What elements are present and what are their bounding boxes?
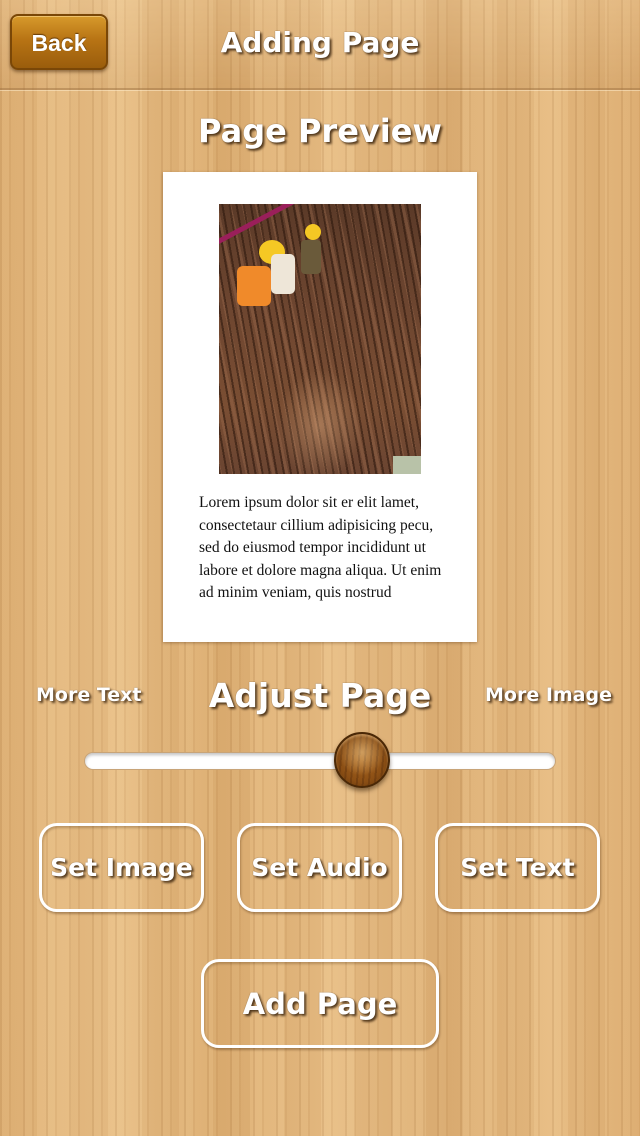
preview-body-text: Lorem ipsum dolor sit er elit lamet, con…	[199, 494, 442, 601]
preview-photo	[219, 204, 421, 474]
set-text-button[interactable]: Set Text	[435, 823, 600, 912]
page-preview-card: Lorem ipsum dolor sit er elit lamet, con…	[163, 172, 477, 642]
photo-figure	[301, 240, 321, 274]
set-image-button[interactable]: Set Image	[39, 823, 204, 912]
page-preview-heading: Page Preview	[198, 112, 442, 150]
adjust-slider-track[interactable]	[84, 752, 556, 770]
photo-detail	[393, 456, 421, 474]
set-image-label: Set Image	[50, 853, 193, 882]
add-page-button[interactable]: Add Page	[201, 959, 439, 1048]
photo-figure	[271, 254, 295, 294]
page-title: Adding Page	[220, 26, 420, 59]
add-page-label: Add Page	[242, 986, 398, 1021]
set-audio-label: Set Audio	[251, 853, 388, 882]
photo-rope	[219, 204, 343, 249]
photo-figure-head	[305, 224, 321, 240]
adjust-slider-knob[interactable]	[333, 732, 390, 788]
navigation-bar: Back Adding Page	[0, 0, 640, 90]
photo-figure	[237, 266, 271, 306]
set-text-label: Set Text	[460, 853, 575, 882]
set-audio-button[interactable]: Set Audio	[237, 823, 402, 912]
more-image-label: More Image	[484, 684, 612, 706]
